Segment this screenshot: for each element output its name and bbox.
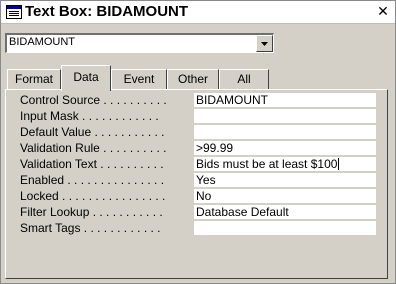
- property-label: Smart Tags . . . . . . . . . . . .: [20, 221, 161, 235]
- property-value-text: Bids must be at least $100: [196, 157, 338, 171]
- property-label: Validation Rule . . . . . . . . . .: [20, 141, 167, 155]
- property-value-field[interactable]: [194, 221, 376, 235]
- property-value-field[interactable]: Bids must be at least $100: [194, 157, 376, 171]
- property-sheet-icon: [6, 5, 22, 19]
- property-label: Filter Lookup . . . . . . . . . . .: [20, 205, 163, 219]
- property-label: Locked . . . . . . . . . . . . . . . .: [20, 189, 166, 203]
- property-label: Default Value . . . . . . . . . . .: [20, 125, 165, 139]
- text-cursor: [338, 158, 340, 170]
- property-label: Input Mask . . . . . . . . . . . .: [20, 109, 159, 123]
- tab-data[interactable]: Data: [61, 65, 111, 91]
- title-bar[interactable]: Text Box: BIDAMOUNT ✕: [1, 1, 395, 24]
- tab-format[interactable]: Format: [7, 69, 61, 89]
- chevron-down-icon: [261, 42, 268, 46]
- property-value-field[interactable]: BIDAMOUNT: [194, 93, 376, 107]
- dropdown-button[interactable]: [256, 35, 273, 52]
- close-icon[interactable]: ✕: [375, 4, 391, 20]
- property-value-field[interactable]: [194, 125, 376, 139]
- property-label: Enabled . . . . . . . . . . . . . . .: [20, 173, 165, 187]
- property-label: Validation Text . . . . . . . . . .: [20, 157, 164, 171]
- properties-panel: Control Source . . . . . . . . . . BIDAM…: [5, 89, 388, 279]
- object-selector-value: BIDAMOUNT: [9, 36, 75, 48]
- tab-other[interactable]: Other: [167, 69, 219, 89]
- property-value-field[interactable]: Database Default: [194, 205, 376, 219]
- property-label: Control Source . . . . . . . . . .: [20, 93, 167, 107]
- property-value-field[interactable]: [194, 109, 376, 123]
- tab-all[interactable]: All: [219, 69, 269, 89]
- window-title: Text Box: BIDAMOUNT: [25, 3, 189, 20]
- property-sheet-window: Text Box: BIDAMOUNT ✕ BIDAMOUNT Format D…: [0, 0, 396, 284]
- property-value-field[interactable]: Yes: [194, 173, 376, 187]
- tab-strip: Format Data Event Other All: [5, 65, 385, 91]
- tab-event[interactable]: Event: [111, 69, 167, 89]
- property-value-field[interactable]: No: [194, 189, 376, 203]
- object-selector-combo[interactable]: BIDAMOUNT: [5, 33, 274, 53]
- property-value-field[interactable]: >99.99: [194, 141, 376, 155]
